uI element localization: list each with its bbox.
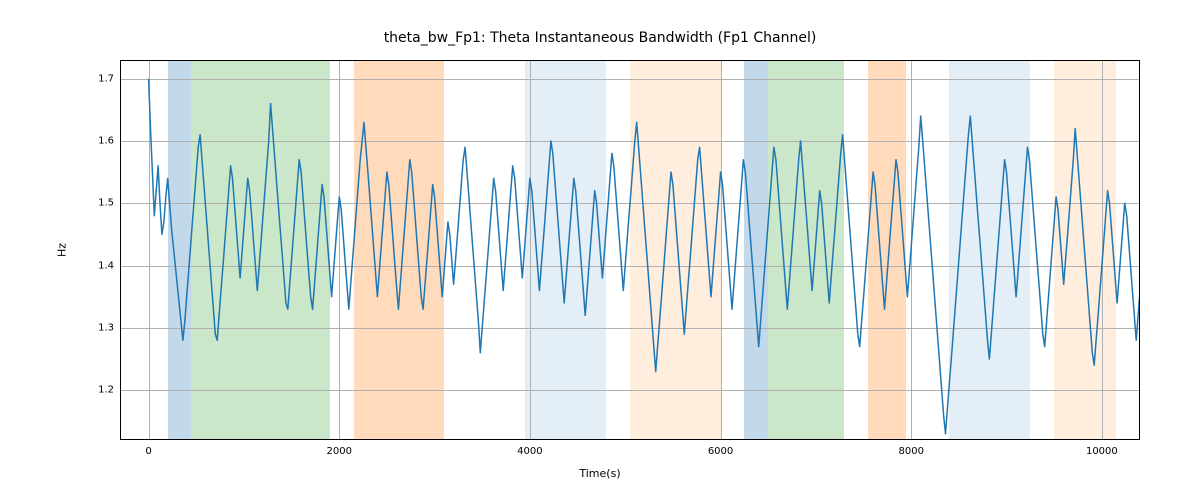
chart-title: theta_bw_Fp1: Theta Instantaneous Bandwi… — [0, 30, 1200, 46]
y-tick-label: 1.7 — [98, 73, 114, 84]
y-tick-label: 1.5 — [98, 198, 114, 209]
line-series — [120, 60, 1140, 440]
x-tick-label: 8000 — [898, 446, 923, 457]
x-tick-label: 2000 — [327, 446, 352, 457]
y-tick-label: 1.6 — [98, 135, 114, 146]
y-tick-label: 1.3 — [98, 322, 114, 333]
x-tick-label: 6000 — [708, 446, 733, 457]
x-tick-label: 10000 — [1086, 446, 1118, 457]
y-tick-label: 1.4 — [98, 260, 114, 271]
plot-area: 02000400060008000100001.21.31.41.51.61.7 — [120, 60, 1140, 440]
x-tick-label: 0 — [145, 446, 151, 457]
y-axis-label: Hz — [56, 243, 69, 257]
y-tick-label: 1.2 — [98, 385, 114, 396]
x-axis-label: Time(s) — [0, 467, 1200, 480]
figure: theta_bw_Fp1: Theta Instantaneous Bandwi… — [0, 0, 1200, 500]
x-tick-label: 4000 — [517, 446, 542, 457]
